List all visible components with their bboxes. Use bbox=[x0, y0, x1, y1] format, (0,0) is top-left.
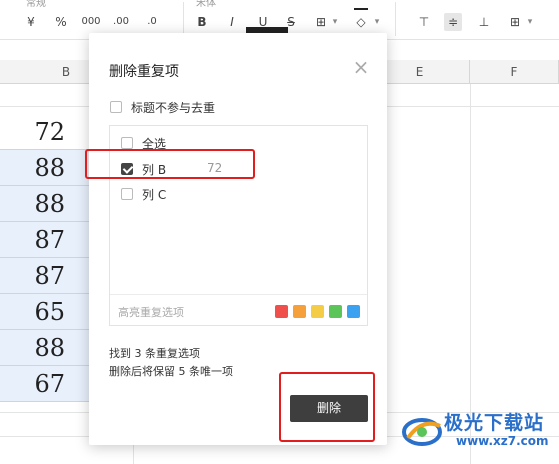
header-exclude-checkbox[interactable] bbox=[110, 101, 122, 113]
percent-format-button[interactable]: % bbox=[53, 13, 69, 31]
highlight-swatch-yellow[interactable] bbox=[311, 305, 324, 318]
column-c-label: 列 C bbox=[142, 188, 167, 202]
font-color-bar bbox=[354, 8, 368, 10]
toolbar-divider bbox=[183, 2, 184, 36]
annotation-highlight-delete bbox=[279, 372, 375, 442]
bold-button[interactable]: B bbox=[194, 13, 210, 31]
fill-color-icon[interactable]: ◇ bbox=[353, 13, 369, 31]
annotation-highlight-column-b bbox=[85, 149, 255, 179]
watermark-url: www.xz7.com bbox=[456, 434, 549, 448]
highlight-swatch-blue[interactable] bbox=[347, 305, 360, 318]
number-format-label[interactable]: 常规 bbox=[26, 0, 46, 9]
watermark-swirl-icon bbox=[402, 418, 442, 446]
chevron-down-icon[interactable]: ▾ bbox=[330, 13, 340, 31]
italic-button[interactable]: I bbox=[225, 13, 239, 31]
align-bottom-icon[interactable]: ⊥ bbox=[476, 13, 492, 31]
merge-cells-icon[interactable]: ⊞ bbox=[507, 13, 523, 31]
watermark-logo: 极光下载站 www.xz7.com bbox=[400, 408, 552, 458]
highlight-swatch-green[interactable] bbox=[329, 305, 342, 318]
toolbar-divider bbox=[395, 2, 396, 36]
align-top-icon[interactable]: ⊤ bbox=[416, 13, 432, 31]
column-header-f[interactable]: F bbox=[470, 60, 559, 84]
chevron-down-icon[interactable]: ▾ bbox=[525, 13, 535, 31]
watermark-title: 极光下载站 bbox=[444, 412, 545, 434]
column-c-checkbox[interactable] bbox=[121, 188, 133, 200]
highlight-swatch-orange[interactable] bbox=[293, 305, 306, 318]
select-all-checkbox[interactable] bbox=[121, 137, 133, 149]
duplicates-found-text: 找到 3 条重复选项 bbox=[109, 347, 200, 360]
grid-line bbox=[470, 84, 471, 464]
font-name-label[interactable]: 宋体 bbox=[196, 0, 216, 9]
align-middle-icon[interactable]: ≑ bbox=[444, 13, 462, 31]
header-exclude-label: 标题不参与去重 bbox=[131, 101, 216, 115]
highlight-row: 高亮重复选项 bbox=[110, 294, 367, 326]
keep-unique-text: 删除后将保留 5 条唯一项 bbox=[109, 365, 233, 378]
dialog-title: 删除重复项 bbox=[109, 64, 179, 80]
close-icon[interactable]: × bbox=[351, 57, 371, 77]
border-icon[interactable]: ⊞ bbox=[313, 13, 329, 31]
currency-format-button[interactable]: ¥ bbox=[24, 13, 38, 31]
chevron-down-icon[interactable]: ▾ bbox=[372, 13, 382, 31]
increase-decimal-button[interactable]: .00 bbox=[111, 13, 131, 31]
decrease-decimal-button[interactable]: .0 bbox=[144, 13, 160, 31]
highlight-swatch-red[interactable] bbox=[275, 305, 288, 318]
thousands-format-button[interactable]: 000 bbox=[80, 13, 102, 31]
highlight-label: 高亮重复选项 bbox=[118, 306, 184, 319]
